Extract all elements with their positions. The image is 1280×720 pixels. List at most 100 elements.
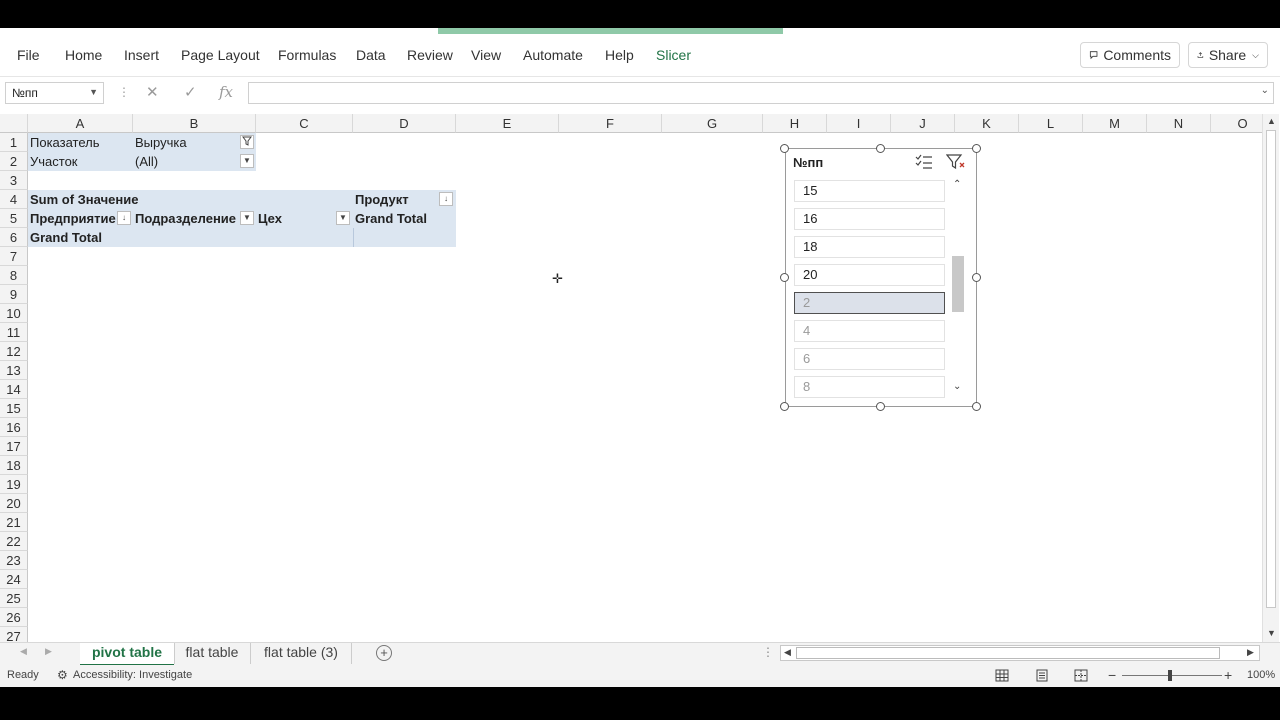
resize-handle[interactable] [876, 144, 885, 153]
row-header[interactable]: 24 [0, 570, 28, 589]
zoom-out-icon[interactable]: − [1108, 667, 1116, 683]
resize-handle[interactable] [972, 273, 981, 282]
scroll-left-icon[interactable]: ◀ [784, 647, 791, 658]
slicer-item[interactable]: 20 [794, 264, 945, 286]
column-header-o[interactable]: O [1211, 114, 1262, 133]
scroll-down-icon[interactable]: ▼ [1267, 628, 1276, 638]
row-header[interactable]: 16 [0, 418, 28, 437]
page-layout-view-icon[interactable] [1035, 669, 1049, 682]
resize-handle[interactable] [876, 402, 885, 411]
column-header-e[interactable]: E [456, 114, 559, 133]
filter-applied-icon[interactable] [240, 135, 254, 149]
menu-data[interactable]: Data [356, 47, 386, 63]
row-header[interactable]: 21 [0, 513, 28, 532]
column-header-d[interactable]: D [353, 114, 456, 133]
slicer-item-selected[interactable]: 2 [794, 292, 945, 314]
dropdown-arrow-icon[interactable]: ▼ [336, 211, 350, 225]
row-header[interactable]: 12 [0, 342, 28, 361]
resize-handle[interactable] [780, 273, 789, 282]
slicer-item[interactable]: 8 [794, 376, 945, 398]
dropdown-arrow-icon[interactable]: ▼ [240, 211, 254, 225]
menu-help[interactable]: Help [605, 47, 634, 63]
column-header-i[interactable]: I [827, 114, 891, 133]
row-header[interactable]: 7 [0, 247, 28, 266]
menu-insert[interactable]: Insert [124, 47, 159, 63]
row-header[interactable]: 2 [0, 152, 28, 171]
column-header-j[interactable]: J [891, 114, 955, 133]
menu-page-layout[interactable]: Page Layout [181, 47, 260, 63]
tab-scroll-left-icon[interactable]: ◀ [20, 646, 27, 657]
slicer-scrollbar[interactable]: ⌃ ⌄ [950, 179, 966, 401]
vertical-scroll-thumb[interactable] [1266, 130, 1276, 608]
add-sheet-icon[interactable]: + [376, 645, 392, 661]
page-break-view-icon[interactable] [1074, 669, 1088, 682]
slicer-item[interactable]: 18 [794, 236, 945, 258]
column-header-k[interactable]: K [955, 114, 1019, 133]
horizontal-scroll-thumb[interactable] [796, 647, 1220, 659]
zoom-slider[interactable] [1122, 675, 1222, 676]
row-header[interactable]: 26 [0, 608, 28, 627]
pivot-filter-value[interactable]: (All) [133, 152, 256, 171]
slicer-item[interactable]: 16 [794, 208, 945, 230]
column-header-n[interactable]: N [1147, 114, 1211, 133]
column-header-h[interactable]: H [763, 114, 827, 133]
scroll-up-icon[interactable]: ▲ [1267, 116, 1276, 126]
row-header[interactable]: 23 [0, 551, 28, 570]
scroll-up-icon[interactable]: ⌃ [953, 179, 961, 190]
slicer[interactable]: №пп 15 16 18 20 2 4 6 8 ⌃ ⌄ [785, 148, 977, 407]
resize-handle[interactable] [972, 402, 981, 411]
zoom-slider-thumb[interactable] [1168, 670, 1172, 681]
menu-file[interactable]: File [17, 47, 40, 63]
share-button[interactable]: Share ⌵ [1188, 42, 1268, 68]
row-header[interactable]: 19 [0, 475, 28, 494]
row-header[interactable]: 4 [0, 190, 28, 209]
row-header[interactable]: 3 [0, 171, 28, 190]
row-header[interactable]: 14 [0, 380, 28, 399]
select-all-corner[interactable] [0, 114, 28, 133]
expand-formula-icon[interactable]: ⌄ [1261, 85, 1269, 96]
menu-automate[interactable]: Automate [523, 47, 583, 63]
row-header[interactable]: 22 [0, 532, 28, 551]
slicer-scroll-thumb[interactable] [952, 256, 964, 312]
comments-button[interactable]: Comments [1080, 42, 1180, 68]
slicer-item[interactable]: 15 [794, 180, 945, 202]
scroll-down-icon[interactable]: ⌄ [953, 381, 961, 392]
horizontal-scrollbar[interactable]: ◀ ▶ [780, 645, 1260, 661]
row-header[interactable]: 15 [0, 399, 28, 418]
accessibility-status[interactable]: Accessibility: Investigate [73, 669, 192, 681]
column-header-f[interactable]: F [559, 114, 662, 133]
menu-slicer[interactable]: Slicer [656, 47, 691, 63]
formula-input[interactable]: ⌄ [248, 82, 1274, 104]
menu-home[interactable]: Home [65, 47, 102, 63]
tab-flat-table-3[interactable]: flat table (3) [250, 643, 352, 664]
enter-icon[interactable]: ✓ [184, 83, 197, 101]
worksheet-grid[interactable]: A B C D E F G H I J K L M N O 1 2 3 4 5 … [0, 114, 1262, 642]
menu-review[interactable]: Review [407, 47, 453, 63]
column-header-g[interactable]: G [662, 114, 763, 133]
cancel-icon[interactable]: ✕ [146, 83, 159, 101]
column-header-m[interactable]: M [1083, 114, 1147, 133]
column-header-l[interactable]: L [1019, 114, 1083, 133]
tab-scroll-right-icon[interactable]: ▶ [45, 646, 52, 657]
multi-select-icon[interactable] [914, 153, 934, 171]
slicer-item[interactable]: 6 [794, 348, 945, 370]
zoom-level[interactable]: 100% [1247, 669, 1275, 681]
row-header[interactable]: 6 [0, 228, 28, 247]
resize-handle[interactable] [972, 144, 981, 153]
row-header[interactable]: 13 [0, 361, 28, 380]
column-header-a[interactable]: A [28, 114, 133, 133]
zoom-in-icon[interactable]: + [1224, 667, 1232, 683]
column-header-b[interactable]: B [133, 114, 256, 133]
row-header[interactable]: 10 [0, 304, 28, 323]
sort-filter-icon[interactable]: ↓ [439, 192, 453, 206]
row-header[interactable]: 17 [0, 437, 28, 456]
row-header[interactable]: 27 [0, 627, 28, 642]
sort-filter-icon[interactable]: ↓ [117, 211, 131, 225]
tab-pivot-table[interactable]: pivot table [80, 643, 174, 666]
tab-flat-table[interactable]: flat table [174, 643, 249, 664]
name-box[interactable]: №пп ▼ [5, 82, 104, 104]
scroll-right-icon[interactable]: ▶ [1247, 647, 1254, 658]
pivot-filter-value[interactable]: Выручка [133, 133, 256, 152]
chevron-down-icon[interactable]: ▼ [89, 87, 98, 97]
row-header[interactable]: 1 [0, 133, 28, 152]
